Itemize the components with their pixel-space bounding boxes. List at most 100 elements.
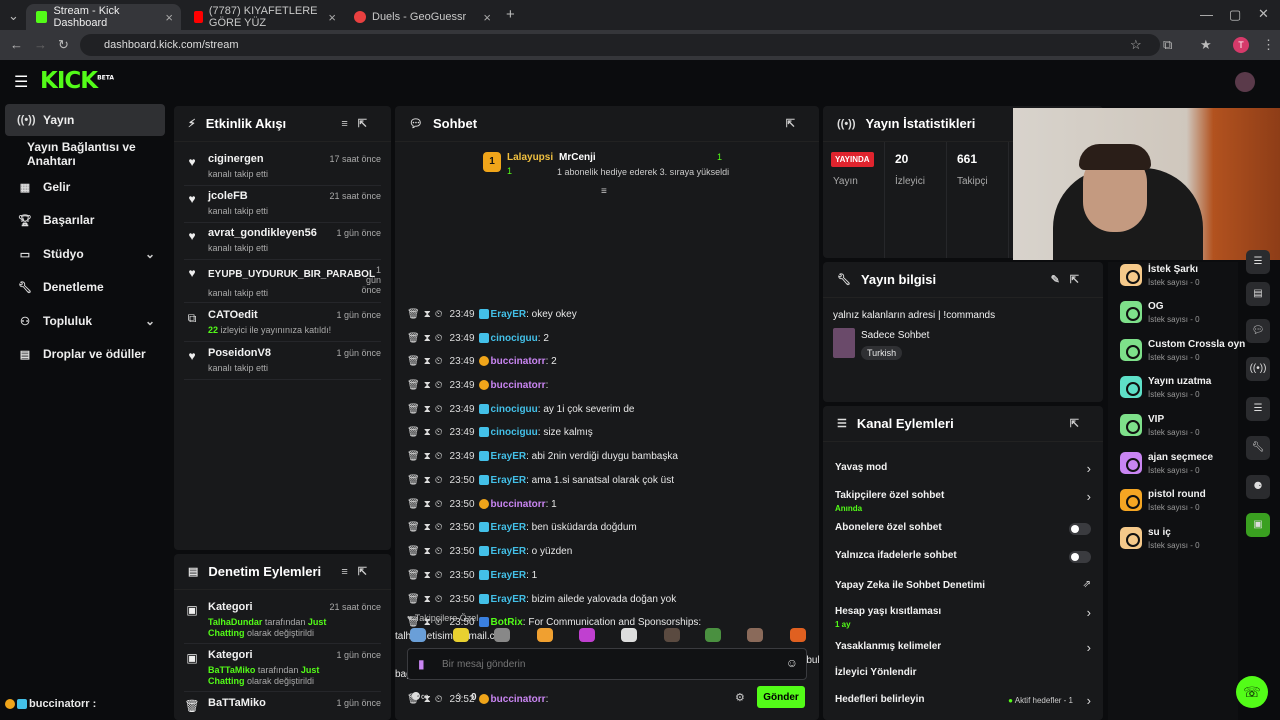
chat-message[interactable]: 🗑︎⧗⏲︎ 23:50 buccinatorr: 1 [407,499,807,510]
rail-wrench-icon[interactable]: 🔧︎ [1246,436,1270,460]
action-raid[interactable]: İzleyici Yönlendir [835,661,1091,689]
rail-doc-icon[interactable]: ▤ [1246,282,1270,306]
action-slow-mode[interactable]: Yavaş mod › [835,456,1091,484]
chat-message[interactable]: 🗑︎⧗⏲︎ 23:49 buccinatorr: 2 [407,356,807,367]
reward-item[interactable]: Custom Crossla oyn İstek sayısı - 0 [1120,339,1245,369]
bookmark-star-icon[interactable]: ☆ [1130,37,1142,53]
kick-logo[interactable]: KICKBETA [40,68,114,94]
extensions-icon[interactable]: ⧉ [1163,37,1172,53]
action-goals[interactable]: Hedefleri belirleyin ● Aktif hedefler - 1… [835,688,1091,716]
list-item[interactable]: 🗑︎ BaTTaMiko 1 gün önce [184,694,381,718]
chat-message[interactable]: 🗑︎⧗⏲︎ 23:50 ErayER: bizim ailede yalovada … [407,594,807,605]
bookmarks-icon[interactable]: ★ [1200,37,1212,53]
message-user[interactable]: ErayER [491,594,527,605]
list-item[interactable]: ▣ Kategori TalhaDundar tarafından Just Cha… [184,598,381,644]
points-icon[interactable]: ⚈∞ [411,690,429,703]
list-item[interactable]: ♥ PoseidonV8 kanalı takip etti 1 gün önce [184,344,381,380]
emote-icon[interactable] [705,628,721,642]
rail-reward-icon[interactable]: ☰ [1246,250,1270,274]
rail-points-icon[interactable]: ⚈ [1246,475,1270,499]
action-ai-moderation[interactable]: Yapay Zeka ile Sohbet Denetimi ⇗ [835,574,1091,602]
message-user[interactable]: buccinatorr [491,356,546,367]
support-chat-icon[interactable]: ☏ [1236,676,1268,708]
sidebar-item-stream-key[interactable]: Yayın Bağlantısı ve Anahtarı [15,138,185,170]
user-avatar[interactable] [1235,72,1255,92]
sidebar-item-basarilar[interactable]: 🏆︎ Başarılar [5,204,165,236]
mod-tools-icon[interactable]: 🗑︎⧗⏲︎ [407,451,447,462]
mod-tools-icon[interactable]: 🗑︎⧗⏲︎ [407,546,447,557]
new-tab-button[interactable]: + [506,6,515,23]
emotes-only-toggle[interactable] [1069,551,1091,563]
chat-input[interactable] [442,655,772,673]
mod-tools-icon[interactable]: 🗑︎⧗⏲︎ [407,333,447,344]
sidebar-item-topluluk[interactable]: ⚇ Topluluk ⌄ [5,305,165,337]
action-subs-only[interactable]: Abonelere özel sohbet [835,516,1091,544]
rail-actions-icon[interactable]: ☰ [1246,397,1270,421]
url-field[interactable]: dashboard.kick.com/stream [80,34,1160,56]
mod-tools-icon[interactable]: 🗑︎⧗⏲︎ [407,380,447,391]
tab-geoguessr[interactable]: Duels - GeoGuessr × [344,4,499,30]
list-item[interactable]: ▣ Kategori BaTTaMiko tarafından Just Chatt… [184,646,381,692]
mod-tools-icon[interactable]: 🗑︎⧗⏲︎ [407,570,447,581]
settings-gear-icon[interactable]: ⚙ [735,691,745,704]
message-user[interactable]: buccinatorr [491,380,546,391]
sidebar-item-studyo[interactable]: ▭ Stüdyo ⌄ [5,238,165,270]
mod-tools-icon[interactable]: 🗑︎⧗⏲︎ [407,499,447,510]
tab-youtube[interactable]: (7787) KIYAFETLERE GÖRE YÜZ × [184,4,344,30]
chat-input-box[interactable]: ▮ ☺ [407,648,807,680]
rail-broadcast-icon[interactable]: ((•)) [1246,357,1270,381]
sidebar-item-gelir[interactable]: ▦ Gelir [5,171,165,203]
collapse-pinned-icon[interactable]: ≡ [601,186,607,197]
maximize-icon[interactable]: ▢ [1229,7,1241,23]
popout-icon[interactable]: ⇱ [786,117,805,130]
chat-message[interactable]: 🗑︎⧗⏲︎ 23:49 cinociguu: ay 1i çok severim d… [407,404,807,415]
emote-icon[interactable] [579,628,595,642]
mod-tools-icon[interactable]: 🗑︎⧗⏲︎ [407,356,447,367]
tab-kick-dashboard[interactable]: Stream - Kick Dashboard × [26,4,181,30]
emote-icon[interactable] [664,628,680,642]
mod-tools-icon[interactable]: 🗑︎⧗⏲︎ [407,475,447,486]
emote-icon[interactable] [494,628,510,642]
forward-icon[interactable]: → [34,37,47,52]
chat-message[interactable]: 🗑︎⧗⏲︎ 23:50 ErayER: o yüzden [407,546,807,557]
message-user[interactable]: ErayER [491,309,527,320]
mod-tools-icon[interactable]: 🗑︎⧗⏲︎ [407,309,447,320]
emote-icon[interactable] [790,628,806,642]
category-thumbnail[interactable] [833,328,855,358]
menu-dots-icon[interactable]: ⋮ [1262,37,1275,53]
chat-message[interactable]: 🗑︎⧗⏲︎ 23:49 cinociguu: 2 [407,333,807,344]
mod-tools-icon[interactable]: 🗑︎⧗⏲︎ [407,427,447,438]
store-icon[interactable]: ⌂ [455,690,462,702]
sidebar-item-denetleme[interactable]: 🔧︎ Denetleme [5,271,165,303]
list-item[interactable]: ⧉ CATOedit 22 izleyici ile yayınınıza katı… [184,306,381,342]
profile-avatar[interactable]: T [1233,37,1249,53]
message-user[interactable]: BotRix [491,617,523,628]
emote-icon[interactable] [621,628,637,642]
panel-tools[interactable]: ≡⇱ [341,117,377,130]
chat-message[interactable]: 🗑︎⧗⏲︎ 23:50 ErayER: ben üsküdarda doğdum [407,522,807,533]
send-button[interactable]: Gönder [757,686,805,708]
action-emotes-only[interactable]: Yalnızca ifadelerle sohbet [835,544,1091,572]
rail-green-icon[interactable]: ▣ [1246,513,1270,537]
reload-icon[interactable]: ↻ [58,37,69,53]
language-tag[interactable]: Turkish [861,346,903,360]
close-window-icon[interactable]: ✕ [1258,6,1269,22]
chat-message[interactable]: 🗑︎⧗⏲︎ 23:52 buccinatorr: [407,694,807,705]
category-name[interactable]: Sadece Sohbet [861,330,929,341]
close-tab-icon[interactable]: × [483,10,491,25]
chat-message[interactable]: 🗑︎⧗⏲︎ 23:50 ErayER: 1 [407,570,807,581]
close-tab-icon[interactable]: × [328,10,336,25]
chat-message[interactable]: 🗑︎⧗⏲︎ 23:49 cinociguu: size kalmış [407,427,807,438]
sidebar-item-yayin[interactable]: ((•)) Yayın [5,104,165,136]
reward-item[interactable]: pistol round İstek sayısı - 0 [1120,489,1240,519]
message-user[interactable]: buccinatorr [491,694,546,705]
reward-item[interactable]: ajan seçmece İstek sayısı - 0 [1120,452,1240,482]
chat-message[interactable]: 🗑︎⧗⏲︎ 23:49 ErayER: okey okey [407,309,807,320]
minimize-icon[interactable]: — [1200,7,1213,22]
list-item[interactable]: ♥ avrat_gondikleyen56 kanalı takip etti 1 g… [184,224,381,260]
panel-tools[interactable]: ≡⇱ [341,565,377,578]
message-user[interactable]: ErayER [491,546,527,557]
emote-icon[interactable] [537,628,553,642]
emoji-icon[interactable]: ☺ [786,656,798,670]
message-user[interactable]: ErayER [491,451,527,462]
